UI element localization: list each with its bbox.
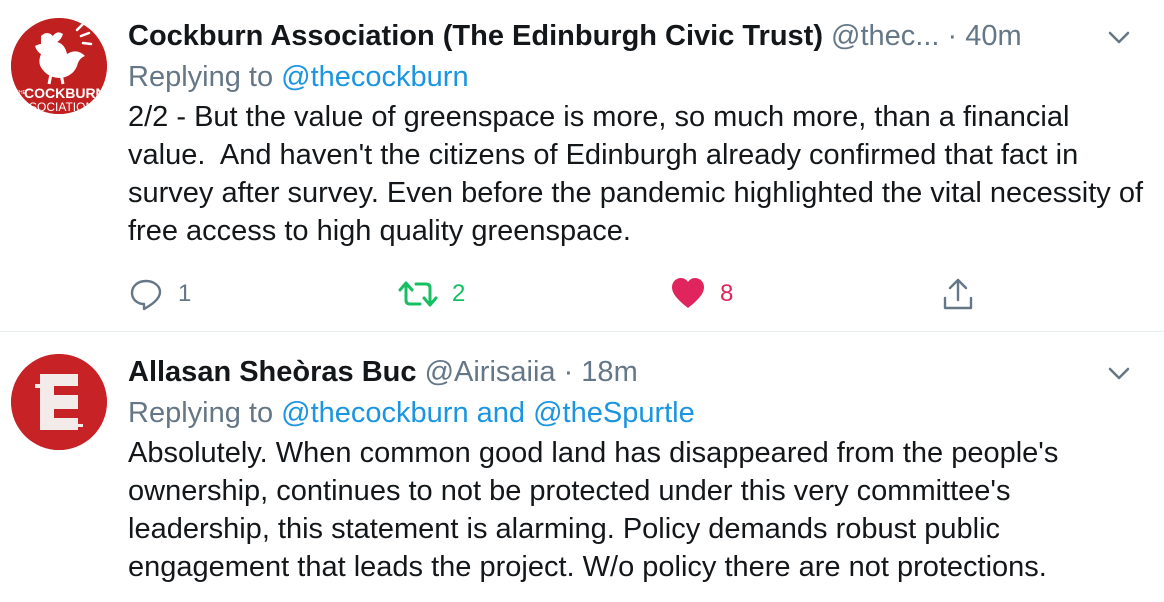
tweet-content: Allasan Sheòras Buc @Airisaiia · 18m Rep… — [128, 354, 1144, 586]
tweet[interactable]: THE COCKBURN ASSOCIATION Cockburn Associ… — [0, 0, 1164, 332]
chevron-down-icon[interactable] — [1104, 22, 1134, 52]
retweet-button[interactable]: 2 — [398, 274, 465, 314]
cockburn-logo: THE COCKBURN ASSOCIATION — [11, 18, 107, 114]
chevron-down-icon[interactable] — [1104, 358, 1134, 388]
mention-link[interactable]: @theSpurtle — [533, 397, 695, 429]
tweet-header: Allasan Sheòras Buc @Airisaiia · 18m — [128, 354, 1144, 390]
replying-prefix: Replying to — [128, 61, 282, 93]
like-button[interactable]: 8 — [670, 274, 733, 314]
mention-link[interactable]: @thecockburn — [281, 61, 468, 93]
replying-and: and — [468, 397, 534, 429]
author-handle[interactable]: @thec... — [831, 20, 939, 52]
tweet-header: Cockburn Association (The Edinburgh Civi… — [128, 18, 1144, 54]
reply-button[interactable]: 1 — [128, 274, 191, 314]
author-handle[interactable]: @Airisaiia — [425, 356, 556, 388]
reply-icon — [130, 279, 162, 311]
avatar[interactable]: E — [11, 354, 107, 450]
like-count: 8 — [720, 280, 734, 307]
svg-text:E: E — [11, 354, 12, 355]
replying-prefix: Replying to — [128, 397, 282, 429]
tweet-text: Absolutely. When common good land has di… — [128, 437, 1067, 583]
share-icon — [943, 278, 973, 310]
mention-link[interactable]: @thecockburn — [281, 397, 468, 429]
retweet-icon — [398, 281, 438, 307]
replying-to: Replying to @thecockburn and @theSpurtle — [128, 394, 1144, 432]
retweet-count: 2 — [452, 280, 466, 307]
avatar[interactable]: THE COCKBURN ASSOCIATION — [11, 18, 107, 114]
replying-to: Replying to @thecockburn — [128, 58, 1144, 96]
svg-text:ASSOCIATION: ASSOCIATION — [13, 100, 94, 114]
share-button[interactable] — [942, 274, 974, 314]
author-name[interactable]: Cockburn Association (The Edinburgh Civi… — [128, 20, 823, 52]
letter-e-avatar: E — [11, 354, 107, 450]
tweet-actions: 1 2 8 — [128, 274, 988, 314]
timestamp[interactable]: · 40m — [948, 20, 1022, 52]
author-name[interactable]: Allasan Sheòras Buc — [128, 356, 417, 388]
tweet-text: 2/2 - But the value of greenspace is mor… — [128, 101, 1152, 247]
heart-icon — [672, 278, 704, 308]
reply-count: 1 — [178, 280, 192, 307]
tweet-content: Cockburn Association (The Edinburgh Civi… — [128, 18, 1144, 250]
timestamp[interactable]: · 18m — [564, 356, 638, 388]
tweet[interactable]: E Allasan Sheòras Buc @Airisaiia · 18m R… — [0, 332, 1164, 602]
svg-text:COCKBURN: COCKBURN — [24, 85, 106, 101]
